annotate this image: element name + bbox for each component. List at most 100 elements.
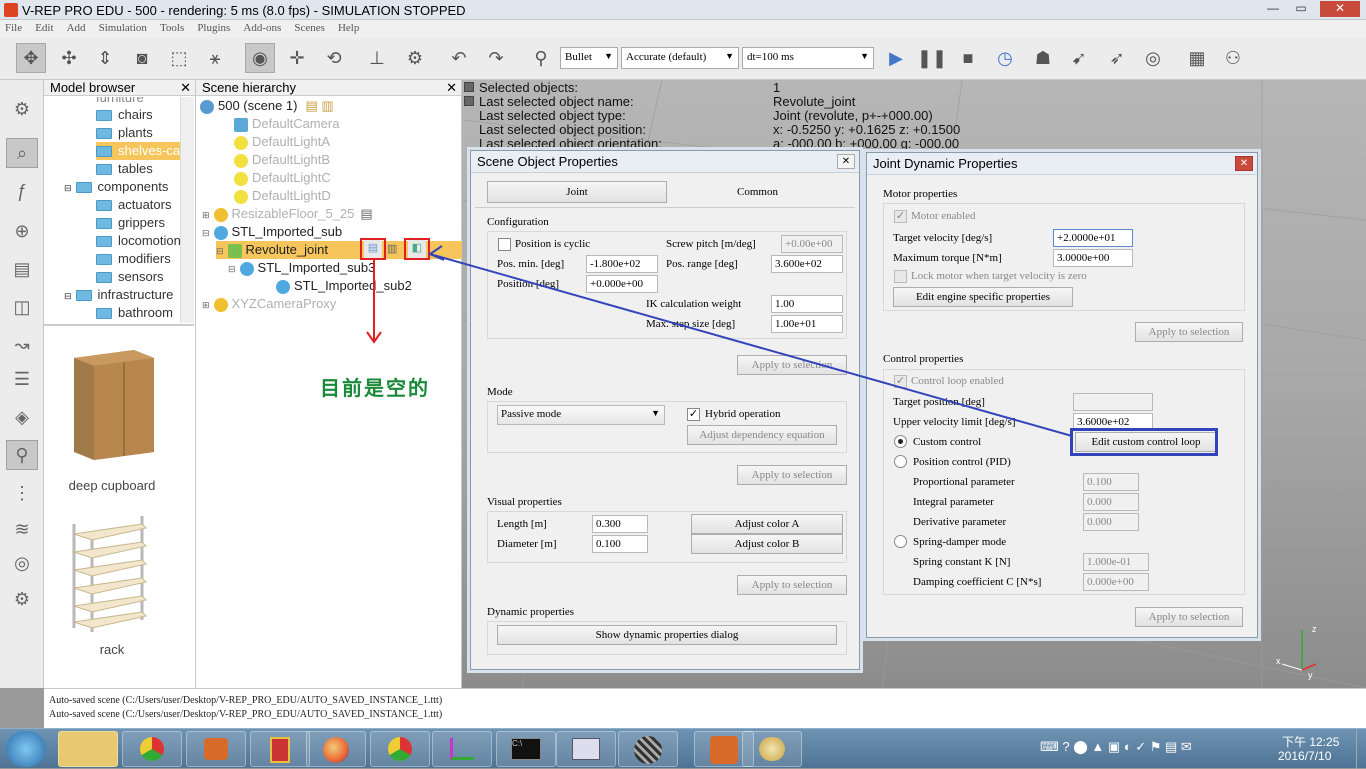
- firefox-icon[interactable]: [306, 731, 366, 767]
- dynamics-icon[interactable]: ▥: [387, 240, 397, 258]
- tree-scrollbar[interactable]: [180, 97, 194, 323]
- object-rotate-icon[interactable]: ⟲: [319, 43, 349, 73]
- integral-input[interactable]: 0.000: [1083, 493, 1139, 511]
- menu-addons[interactable]: Add-ons: [238, 20, 286, 36]
- menu-file[interactable]: File: [0, 20, 27, 36]
- sphere-app-icon[interactable]: [618, 731, 678, 767]
- spring-damper-radio[interactable]: [894, 535, 907, 548]
- menu-tools[interactable]: Tools: [155, 20, 189, 36]
- script-icon[interactable]: ▤ ▥: [306, 98, 334, 113]
- minimize-button[interactable]: —: [1260, 1, 1286, 17]
- user-settings-gear-icon[interactable]: ⚙: [6, 584, 38, 614]
- proportional-input[interactable]: 0.100: [1083, 473, 1139, 491]
- path-edit-icon[interactable]: ↝: [6, 330, 38, 360]
- collections-icon[interactable]: ⊕: [6, 216, 38, 246]
- hierarchy-item[interactable]: DefaultLightB: [234, 151, 330, 169]
- pid-control-radio[interactable]: [894, 455, 907, 468]
- page-selector-icon[interactable]: ▦: [1182, 43, 1212, 73]
- video-recorder-icon[interactable]: ◎: [6, 548, 38, 578]
- tray-icons[interactable]: ⌨ ? ⬤ ▲ ▣ ◐ ✓ ⚑ ▤ ✉: [1040, 739, 1192, 755]
- scene-selector-icon[interactable]: ⚇: [1218, 43, 1248, 73]
- camera-rotate-icon[interactable]: ✣: [54, 43, 84, 73]
- motor-enabled-checkbox[interactable]: ✓: [894, 210, 907, 223]
- camera-pan-icon[interactable]: ✥: [16, 43, 46, 73]
- maximize-button[interactable]: ▭: [1288, 1, 1314, 17]
- window-app-icon[interactable]: [556, 731, 616, 767]
- tree-item[interactable]: ⊟ infrastructure: [64, 286, 173, 304]
- derivative-input[interactable]: 0.000: [1083, 513, 1139, 531]
- menu-scenes[interactable]: Scenes: [289, 20, 330, 36]
- assemble-icon[interactable]: ⊥: [362, 43, 392, 73]
- adjust-color-a-button[interactable]: Adjust color A: [691, 514, 843, 534]
- hierarchy-item[interactable]: ⊟ STL_Imported_sub: [202, 223, 342, 241]
- terminal-icon[interactable]: C:\: [496, 731, 556, 767]
- diameter-input[interactable]: 0.100: [592, 535, 648, 553]
- hierarchy-item[interactable]: STL_Imported_sub2: [276, 277, 412, 295]
- realtime-clock-icon[interactable]: ◷: [990, 43, 1020, 73]
- hierarchy-item[interactable]: ⊞ XYZCameraProxy: [202, 295, 336, 313]
- spring-constant-input[interactable]: 1.000e-01: [1083, 553, 1149, 571]
- menu-plugins[interactable]: Plugins: [192, 20, 235, 36]
- apply-mode-button[interactable]: Apply to selection: [737, 465, 847, 485]
- hierarchy-item[interactable]: ⊞ ResizableFloor_5_25 ▤: [202, 205, 373, 223]
- tree-item[interactable]: actuators: [96, 196, 171, 214]
- deep-cupboard-thumbnail[interactable]: [70, 348, 154, 460]
- object-shift-icon[interactable]: ✛: [282, 43, 312, 73]
- length-input[interactable]: 0.300: [592, 515, 648, 533]
- tree-item[interactable]: chairs: [96, 106, 153, 124]
- stop-icon[interactable]: ■: [953, 43, 983, 73]
- user-settings-icon[interactable]: ☰: [6, 364, 38, 394]
- connection-icon[interactable]: ⚲: [526, 43, 556, 73]
- rack-thumbnail[interactable]: [68, 512, 152, 632]
- script-icon[interactable]: ▤: [360, 206, 372, 221]
- chrome-icon[interactable]: [370, 731, 430, 767]
- tree-item[interactable]: bathroom: [96, 304, 173, 322]
- paint-icon[interactable]: [742, 731, 802, 767]
- layers-icon[interactable]: ≋: [6, 514, 38, 544]
- shape-edit-icon[interactable]: ◫: [6, 292, 38, 322]
- thread-rendering-icon[interactable]: ➶: [1102, 43, 1132, 73]
- play-icon[interactable]: ▶: [881, 43, 911, 73]
- vrep-app-icon[interactable]: [432, 731, 492, 767]
- accuracy-select[interactable]: Accurate (default) ▼: [621, 47, 739, 69]
- undo-icon[interactable]: ↶: [444, 43, 474, 73]
- pause-icon[interactable]: ❚❚: [917, 43, 947, 73]
- dragonfly-icon[interactable]: ⚹: [200, 43, 230, 73]
- slower-turtle-icon[interactable]: ☗: [1028, 43, 1058, 73]
- tree-item[interactable]: ⊟ components: [64, 178, 168, 196]
- calc-modules-icon[interactable]: ƒ: [6, 176, 38, 206]
- close-icon[interactable]: ✕: [837, 154, 855, 169]
- tree-item-selected[interactable]: shelves-cabinets: [96, 142, 180, 160]
- close-icon[interactable]: ✕: [1235, 156, 1253, 171]
- hierarchy-item[interactable]: DefaultCamera: [234, 115, 339, 133]
- menu-help[interactable]: Help: [333, 20, 364, 36]
- hierarchy-item[interactable]: DefaultLightD: [234, 187, 331, 205]
- hierarchy-item[interactable]: DefaultLightC: [234, 169, 331, 187]
- fit-to-view-icon[interactable]: ⬚: [164, 43, 194, 73]
- gecko-app-icon[interactable]: [186, 731, 246, 767]
- camera-shift-icon[interactable]: ⇕: [90, 43, 120, 73]
- menu-edit[interactable]: Edit: [30, 20, 58, 36]
- timestep-select[interactable]: dt=100 ms ▼: [742, 47, 874, 69]
- visualization-eye-icon[interactable]: ◎: [1138, 43, 1168, 73]
- menu-add[interactable]: Add: [62, 20, 91, 36]
- hierarchy-item[interactable]: ⊟ STL_Imported_sub3: [228, 259, 375, 277]
- transfer-dna-icon[interactable]: ⚙: [400, 43, 430, 73]
- splitter[interactable]: [44, 324, 194, 326]
- tree-item[interactable]: tables: [96, 160, 153, 178]
- apply-visual-button[interactable]: Apply to selection: [737, 575, 847, 595]
- model-browser-icon[interactable]: ⌕: [6, 138, 38, 168]
- close-button[interactable]: ✕: [1320, 1, 1360, 17]
- hierarchy-item[interactable]: DefaultLightA: [234, 133, 330, 151]
- adjust-color-b-button[interactable]: Adjust color B: [691, 534, 843, 554]
- settings-icon[interactable]: ⚙: [6, 94, 38, 124]
- tree-item[interactable]: locomotion: [96, 232, 180, 250]
- scripts-icon[interactable]: ▤: [6, 254, 38, 284]
- damping-input[interactable]: 0.000e+00: [1083, 573, 1149, 591]
- engine-select[interactable]: Bullet ▼: [560, 47, 618, 69]
- model-icon[interactable]: ⚲: [6, 440, 38, 470]
- tree-item[interactable]: modifiers: [96, 250, 171, 268]
- tree-item[interactable]: plants: [96, 124, 153, 142]
- show-dynamic-properties-button[interactable]: Show dynamic properties dialog: [497, 625, 837, 645]
- close-icon[interactable]: ✕: [446, 80, 457, 96]
